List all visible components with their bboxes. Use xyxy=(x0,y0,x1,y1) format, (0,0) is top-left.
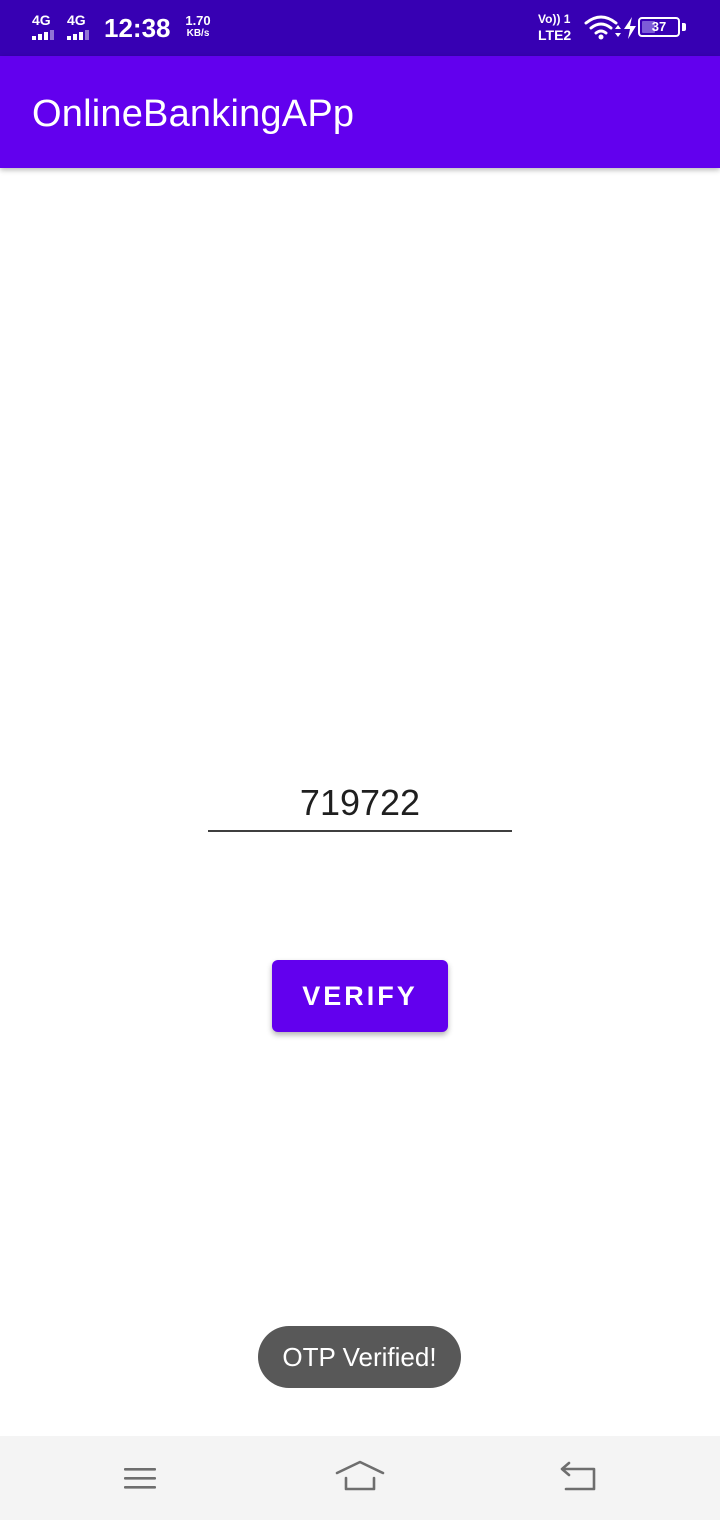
back-button[interactable] xyxy=(548,1448,608,1508)
menu-button[interactable] xyxy=(110,1448,170,1508)
battery-icon: 37 xyxy=(638,17,680,37)
volte-line1: Vo)) 1 xyxy=(538,12,571,26)
battery-level: 37 xyxy=(651,19,667,34)
app-bar: OnlineBankingAPp xyxy=(0,56,720,168)
network-speed-value: 1.70 xyxy=(185,13,211,28)
status-time: 12:38 xyxy=(104,13,171,43)
status-bar: 4G 4G 12:38 1.70 KB/s Vo)) 1 LTE2 37 xyxy=(0,0,720,56)
volte-indicator: Vo)) 1 LTE2 xyxy=(538,12,582,43)
sim1-network-label: 4G xyxy=(32,12,51,28)
charging-bolt-icon xyxy=(624,17,636,39)
wifi-icon xyxy=(584,15,621,40)
otp-input[interactable] xyxy=(208,776,512,832)
network-speed: 1.70 KB/s xyxy=(178,14,218,40)
home-icon xyxy=(335,1460,385,1491)
volte-line2: LTE2 xyxy=(538,27,572,43)
battery-tip xyxy=(682,23,686,31)
menu-icon xyxy=(124,1468,156,1489)
otp-verification-screen: 4G 4G 12:38 1.70 KB/s Vo)) 1 LTE2 37 Onl… xyxy=(0,0,720,1520)
navigation-bar xyxy=(0,1436,720,1520)
sim2-network-label: 4G xyxy=(67,12,86,28)
toast-message: OTP Verified! xyxy=(258,1326,461,1388)
sim1-signal-icon: 4G xyxy=(32,12,62,42)
sim2-signal-icon: 4G xyxy=(67,12,97,42)
app-title: OnlineBankingAPp xyxy=(32,93,355,135)
back-icon xyxy=(560,1461,596,1491)
network-speed-unit: KB/s xyxy=(186,28,210,39)
verify-button[interactable]: VERIFY xyxy=(272,960,448,1032)
home-button[interactable] xyxy=(330,1448,390,1508)
